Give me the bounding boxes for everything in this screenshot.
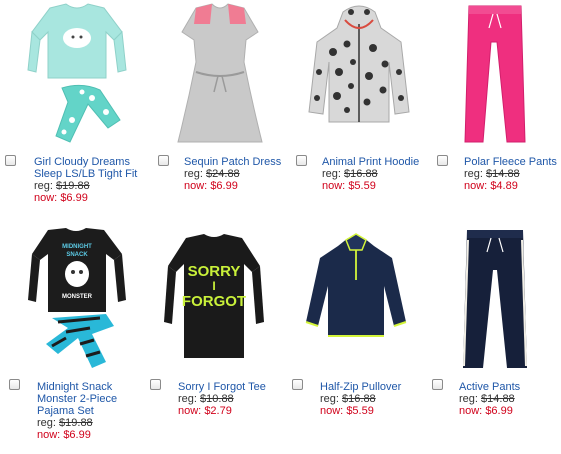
regular-price: reg: $10.88 bbox=[178, 393, 283, 405]
product-info: Half-Zip Pullover reg: $16.88 now: $5.59 bbox=[320, 381, 425, 417]
select-checkbox[interactable] bbox=[5, 155, 16, 166]
select-checkbox[interactable] bbox=[150, 379, 161, 390]
reg-price-value: $24.88 bbox=[206, 168, 240, 180]
now-label: now: bbox=[178, 405, 202, 417]
select-checkbox[interactable] bbox=[292, 379, 303, 390]
product-name-link[interactable]: Sorry I Forgot Tee bbox=[178, 381, 283, 393]
now-price-value: $6.99 bbox=[63, 429, 91, 441]
now-label: now: bbox=[37, 429, 61, 441]
product-info: Sorry I Forgot Tee reg: $10.88 now: $2.7… bbox=[178, 381, 283, 417]
regular-price: reg: $16.88 bbox=[322, 168, 427, 180]
reg-price-value: $10.88 bbox=[200, 393, 234, 405]
product-info: Polar Fleece Pants reg: $14.88 now: $4.8… bbox=[464, 156, 561, 192]
regular-price: reg: $19.88 bbox=[37, 417, 137, 429]
product-name-link[interactable]: Girl Cloudy Dreams Sleep LS/LB Tight Fit bbox=[34, 156, 139, 180]
now-label: now: bbox=[320, 405, 344, 417]
sale-price: now: $6.99 bbox=[459, 405, 559, 417]
sale-price: now: $6.99 bbox=[34, 192, 139, 204]
now-price-value: $5.59 bbox=[348, 180, 376, 192]
now-price-value: $4.89 bbox=[490, 180, 518, 192]
regular-price: reg: $24.88 bbox=[184, 168, 296, 180]
product-image-tee[interactable]: SORRY I FORGOT bbox=[160, 226, 268, 374]
now-price-value: $6.99 bbox=[60, 192, 88, 204]
product-image-pink-pants[interactable] bbox=[445, 2, 545, 150]
select-checkbox[interactable] bbox=[432, 379, 443, 390]
reg-label: reg: bbox=[320, 393, 339, 405]
now-price-value: $2.79 bbox=[204, 405, 232, 417]
now-label: now: bbox=[322, 180, 346, 192]
reg-price-value: $14.88 bbox=[481, 393, 515, 405]
select-checkbox[interactable] bbox=[437, 155, 448, 166]
sale-price: now: $5.59 bbox=[322, 180, 427, 192]
pj-print-line3: MONSTER bbox=[62, 294, 93, 300]
tee-print-line1: SORRY bbox=[188, 263, 241, 280]
regular-price: reg: $16.88 bbox=[320, 393, 425, 405]
reg-price-value: $19.88 bbox=[59, 417, 93, 429]
tee-print-line3: FORGOT bbox=[182, 293, 246, 310]
reg-label: reg: bbox=[178, 393, 197, 405]
product-image-pullover[interactable] bbox=[300, 226, 412, 374]
product-name-link[interactable]: Active Pants bbox=[459, 381, 559, 393]
sale-price: now: $6.99 bbox=[184, 180, 296, 192]
product-info: Girl Cloudy Dreams Sleep LS/LB Tight Fit… bbox=[34, 156, 139, 204]
now-price-value: $6.99 bbox=[485, 405, 513, 417]
product-name-link[interactable]: Animal Print Hoodie bbox=[322, 156, 427, 168]
product-image-pajama-set[interactable]: MIDNIGHT SNACK MONSTER bbox=[22, 226, 130, 374]
reg-label: reg: bbox=[322, 168, 341, 180]
reg-price-value: $14.88 bbox=[486, 168, 520, 180]
product-info: Active Pants reg: $14.88 now: $6.99 bbox=[459, 381, 559, 417]
reg-price-value: $19.88 bbox=[56, 180, 90, 192]
reg-price-value: $16.88 bbox=[344, 168, 378, 180]
product-image-hoodie[interactable] bbox=[303, 2, 415, 150]
product-name-link[interactable]: Polar Fleece Pants bbox=[464, 156, 561, 168]
sale-price: now: $6.99 bbox=[37, 429, 137, 441]
sale-price: now: $5.59 bbox=[320, 405, 425, 417]
product-info: Animal Print Hoodie reg: $16.88 now: $5.… bbox=[322, 156, 427, 192]
now-price-value: $6.99 bbox=[210, 180, 238, 192]
regular-price: reg: $19.88 bbox=[34, 180, 139, 192]
sale-price: now: $4.89 bbox=[464, 180, 561, 192]
product-name-link[interactable]: Sequin Patch Dress bbox=[184, 156, 296, 168]
select-checkbox[interactable] bbox=[9, 379, 20, 390]
reg-label: reg: bbox=[34, 180, 53, 192]
regular-price: reg: $14.88 bbox=[464, 168, 561, 180]
pj-print-line1: MIDNIGHT bbox=[62, 244, 92, 250]
product-name-link[interactable]: Midnight Snack Monster 2-Piece Pajama Se… bbox=[37, 381, 137, 417]
product-info: Midnight Snack Monster 2-Piece Pajama Se… bbox=[37, 381, 137, 441]
select-checkbox[interactable] bbox=[158, 155, 169, 166]
reg-price-value: $16.88 bbox=[342, 393, 376, 405]
product-image-pajama-top-and-pants[interactable] bbox=[22, 2, 132, 150]
now-label: now: bbox=[459, 405, 483, 417]
regular-price: reg: $14.88 bbox=[459, 393, 559, 405]
sale-price: now: $2.79 bbox=[178, 405, 283, 417]
product-name-link[interactable]: Half-Zip Pullover bbox=[320, 381, 425, 393]
product-image-navy-pants[interactable] bbox=[445, 226, 545, 374]
reg-label: reg: bbox=[37, 417, 56, 429]
product-image-dress[interactable] bbox=[166, 2, 274, 150]
reg-label: reg: bbox=[464, 168, 483, 180]
select-checkbox[interactable] bbox=[296, 155, 307, 166]
reg-label: reg: bbox=[459, 393, 478, 405]
now-label: now: bbox=[184, 180, 208, 192]
now-label: now: bbox=[34, 192, 58, 204]
reg-label: reg: bbox=[184, 168, 203, 180]
tee-print-line2: I bbox=[212, 279, 215, 293]
now-price-value: $5.59 bbox=[346, 405, 374, 417]
product-info: Sequin Patch Dress reg: $24.88 now: $6.9… bbox=[184, 156, 296, 192]
pj-print-line2: SNACK bbox=[66, 252, 88, 258]
now-label: now: bbox=[464, 180, 488, 192]
